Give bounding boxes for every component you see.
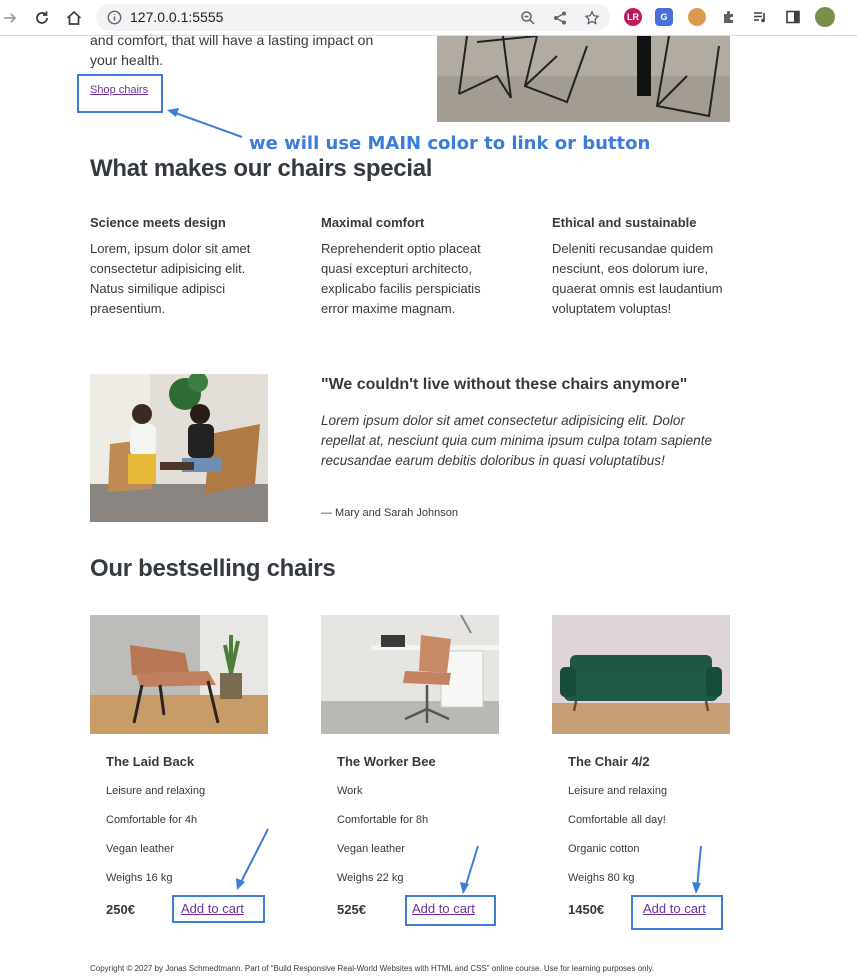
feature-title: Ethical and sustainable: [552, 215, 697, 230]
footer-copyright: Copyright © 2027 by Jonas Schmedtmann. P…: [90, 964, 654, 973]
intro-text: and comfort, that will have a lasting im…: [90, 32, 374, 68]
testimonial-photo: [90, 374, 268, 522]
annotation-box-cart-1: [172, 895, 265, 923]
product-attribute: Work: [337, 785, 363, 797]
product-image: [321, 615, 499, 734]
product-card-worker-bee: The Worker Bee Work Comfortable for 8h V…: [321, 615, 499, 917]
share-icon[interactable]: [552, 10, 568, 26]
address-bar[interactable]: 127.0.0.1:5555: [96, 4, 610, 31]
annotation-box-cart-3: [631, 895, 723, 930]
feature-title: Science meets design: [90, 215, 226, 230]
feature-ethical: Ethical and sustainable Deleniti recusan…: [552, 215, 732, 319]
product-name: The Worker Bee: [337, 754, 436, 769]
translate-extension-icon[interactable]: G: [655, 8, 673, 26]
testimonial-author: — Mary and Sarah Johnson: [321, 507, 458, 519]
annotation-box-shop-link: [77, 74, 163, 113]
feature-title: Maximal comfort: [321, 215, 425, 230]
product-attribute: Comfortable for 8h: [337, 814, 429, 826]
product-name: The Chair 4/2: [568, 754, 650, 769]
profile-avatar[interactable]: [815, 7, 835, 27]
cookie-extension-icon[interactable]: [688, 8, 706, 26]
url-text: 127.0.0.1:5555: [130, 9, 224, 25]
annotation-note: we will use MAIN color to link or button: [249, 133, 651, 154]
lr-extension-icon[interactable]: LR: [624, 8, 642, 26]
product-name: The Laid Back: [106, 754, 195, 769]
product-attribute: Comfortable all day!: [568, 814, 666, 826]
product-attribute: Vegan leather: [106, 843, 174, 855]
features-heading: What makes our chairs special: [90, 155, 433, 182]
product-attribute: Leisure and relaxing: [568, 785, 668, 797]
feature-science: Science meets design Lorem, ipsum dolor …: [90, 215, 270, 319]
product-attribute: Vegan leather: [337, 843, 405, 855]
forward-icon[interactable]: [0, 8, 20, 28]
product-card-chair-4-2: The Chair 4/2 Leisure and relaxing Comfo…: [552, 615, 730, 917]
zoom-icon[interactable]: [520, 10, 536, 26]
testimonial-quote: "We couldn't live without these chairs a…: [321, 376, 688, 393]
product-price: 525€: [337, 902, 366, 917]
product-attribute: Weighs 16 kg: [106, 872, 173, 884]
product-price: 250€: [106, 902, 135, 917]
home-icon[interactable]: [64, 8, 84, 28]
feature-comfort: Maximal comfort Reprehenderit optio plac…: [321, 215, 501, 319]
reload-icon[interactable]: [32, 8, 52, 28]
product-attribute: Weighs 22 kg: [337, 872, 404, 884]
product-attribute: Comfortable for 4h: [106, 814, 198, 826]
bookmark-star-icon[interactable]: [584, 10, 600, 26]
feature-text: Lorem, ipsum dolor sit amet consectetur …: [90, 241, 251, 316]
feature-text: Deleniti recusandae quidem nesciunt, eos…: [552, 241, 723, 316]
product-image: [552, 615, 730, 734]
feature-text: Reprehenderit optio placeat quasi except…: [321, 241, 481, 316]
annotation-box-cart-2: [405, 895, 496, 926]
puzzle-extensions-icon[interactable]: [720, 8, 738, 26]
product-attribute: Weighs 80 kg: [568, 872, 635, 884]
site-info-icon[interactable]: [107, 10, 122, 30]
product-image: [90, 615, 268, 734]
side-panel-icon[interactable]: [784, 8, 802, 26]
media-queue-icon[interactable]: [751, 8, 769, 26]
hero-chairs-image: [437, 36, 730, 122]
product-card-laid-back: The Laid Back Leisure and relaxing Comfo…: [90, 615, 268, 917]
product-price: 1450€: [568, 902, 605, 917]
product-attribute: Leisure and relaxing: [106, 785, 206, 797]
product-attribute: Organic cotton: [568, 843, 640, 855]
testimonial-body: Lorem ipsum dolor sit amet consectetur a…: [321, 413, 712, 468]
products-heading: Our bestselling chairs: [90, 555, 336, 582]
